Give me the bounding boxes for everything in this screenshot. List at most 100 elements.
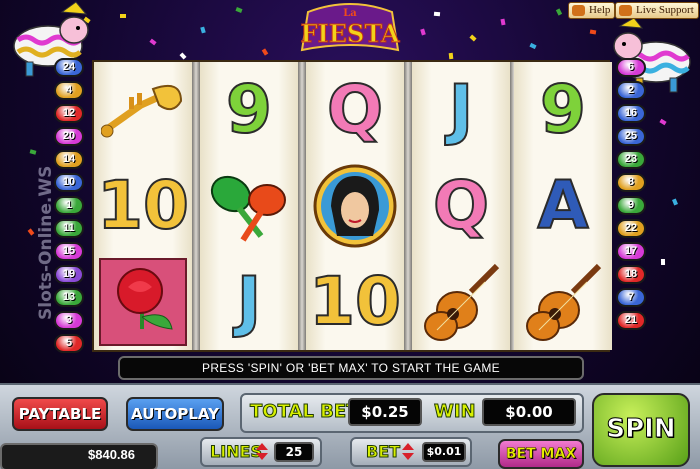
symbol-text: A: [536, 167, 589, 244]
logo-small-text: La: [343, 8, 357, 19]
confetti-piece: [29, 149, 37, 155]
payline-number[interactable]: 5: [54, 334, 84, 353]
confetti-piece: [660, 258, 666, 266]
reel-3: Q 10: [306, 62, 404, 350]
reel-symbol: 9: [514, 62, 612, 158]
confetti-piece: [179, 52, 187, 60]
bet-value: $0.01: [422, 442, 466, 462]
paytable-button[interactable]: PAYTABLE: [12, 397, 108, 431]
payline-number[interactable]: 19: [54, 265, 84, 284]
bet-label: BET: [365, 442, 401, 462]
symbol-text: 10: [308, 263, 402, 340]
total-bet-value: $0.25: [348, 398, 422, 426]
live-support-link[interactable]: Live Support: [615, 2, 699, 19]
payline-number[interactable]: 12: [54, 104, 84, 123]
confetti-piece: [469, 34, 477, 42]
reel-symbol: 10: [94, 158, 192, 254]
symbol-text: Q: [432, 167, 490, 244]
message-bar: PRESS 'SPIN' OR 'BET MAX' TO START THE G…: [118, 356, 584, 380]
payline-number[interactable]: 21: [616, 311, 646, 330]
reel-5: 9A: [514, 62, 612, 350]
confetti-piece: [433, 11, 441, 17]
payline-number[interactable]: 18: [616, 265, 646, 284]
confetti-piece: [500, 18, 506, 26]
symbol-text: Q: [326, 71, 384, 148]
confetti-piece: [555, 8, 563, 16]
bet-selector: BET $0.01: [350, 437, 472, 467]
senorita-icon: [306, 158, 404, 254]
payline-number[interactable]: 1: [54, 196, 84, 215]
help-link[interactable]: Help: [568, 2, 616, 19]
confetti-piece: [261, 48, 269, 56]
guitar-icon: [412, 254, 510, 350]
bet-decrease-icon[interactable]: [402, 453, 414, 460]
lines-label: LINES: [210, 442, 263, 462]
balance-value: $840.86: [88, 447, 135, 462]
lines-selector: LINES 25: [200, 437, 322, 467]
guitar-icon: [514, 254, 612, 350]
confetti-piece: [529, 42, 537, 50]
balance-display: $840.86: [0, 443, 158, 469]
confetti-piece: [420, 28, 426, 36]
payline-number[interactable]: 24: [54, 58, 84, 77]
payline-number[interactable]: 9: [616, 196, 646, 215]
payline-number[interactable]: 4: [54, 81, 84, 100]
symbol-text: J: [236, 263, 263, 340]
reel-symbol: Q: [412, 158, 510, 254]
reel-1: 10: [94, 62, 192, 350]
symbol-text: 10: [96, 167, 190, 244]
payline-number[interactable]: 8: [616, 173, 646, 192]
watermark-text: Slots-Online.WS: [36, 165, 56, 320]
confetti-piece: [120, 14, 126, 18]
payline-number[interactable]: 15: [54, 242, 84, 261]
payline-number[interactable]: 11: [54, 219, 84, 238]
payline-number[interactable]: 14: [54, 150, 84, 169]
symbol-text: 9: [539, 71, 587, 148]
reel-symbol: 9: [200, 62, 298, 158]
payline-number[interactable]: 20: [54, 127, 84, 146]
payline-number[interactable]: 2: [616, 81, 646, 100]
payline-number[interactable]: 6: [616, 58, 646, 77]
payline-number[interactable]: 16: [616, 104, 646, 123]
win-label: WIN: [434, 401, 477, 423]
lines-value: 25: [274, 442, 314, 462]
chat-icon: [619, 5, 632, 16]
rose-icon: [94, 254, 192, 350]
confetti-piece: [659, 118, 667, 126]
autoplay-button[interactable]: AUTOPLAY: [126, 397, 224, 431]
spin-button[interactable]: SPIN: [592, 393, 690, 467]
bet-max-button[interactable]: BET MAX: [498, 439, 584, 469]
bet-increase-icon[interactable]: [402, 443, 414, 450]
win-value: $0.00: [482, 398, 576, 426]
reels-window: 10 9J Q 10 JQ 9A: [92, 60, 612, 352]
reel-symbol: 10: [306, 254, 404, 350]
lines-increase-icon[interactable]: [256, 443, 268, 450]
game-stage: La FIESTA Help Live Support Slots-Online…: [0, 0, 700, 469]
payline-number[interactable]: 25: [616, 127, 646, 146]
reel-symbol: A: [514, 158, 612, 254]
payline-number[interactable]: 13: [54, 288, 84, 307]
payline-number[interactable]: 10: [54, 173, 84, 192]
reel-4: JQ: [412, 62, 510, 350]
live-support-label: Live Support: [636, 4, 694, 16]
reel-symbol: Q: [306, 62, 404, 158]
maracas-icon: [200, 158, 298, 254]
confetti-piece: [27, 228, 35, 236]
confetti-piece: [672, 198, 678, 206]
control-panel: PAYTABLE AUTOPLAY TOTAL BET $0.25 WIN $0…: [0, 383, 700, 469]
help-label: Help: [589, 4, 611, 16]
symbol-text: 9: [225, 71, 273, 148]
confetti-piece: [448, 52, 454, 60]
trumpet-icon: [94, 62, 192, 158]
payline-number[interactable]: 17: [616, 242, 646, 261]
payline-number[interactable]: 23: [616, 150, 646, 169]
confetti-piece: [235, 7, 243, 13]
payline-number[interactable]: 3: [54, 311, 84, 330]
reel-symbol: J: [412, 62, 510, 158]
total-bet-label: TOTAL BET: [249, 401, 359, 423]
reel-symbol: J: [200, 254, 298, 350]
reel-2: 9J: [200, 62, 298, 350]
payline-number[interactable]: 22: [616, 219, 646, 238]
lines-decrease-icon[interactable]: [256, 453, 268, 460]
payline-number[interactable]: 7: [616, 288, 646, 307]
